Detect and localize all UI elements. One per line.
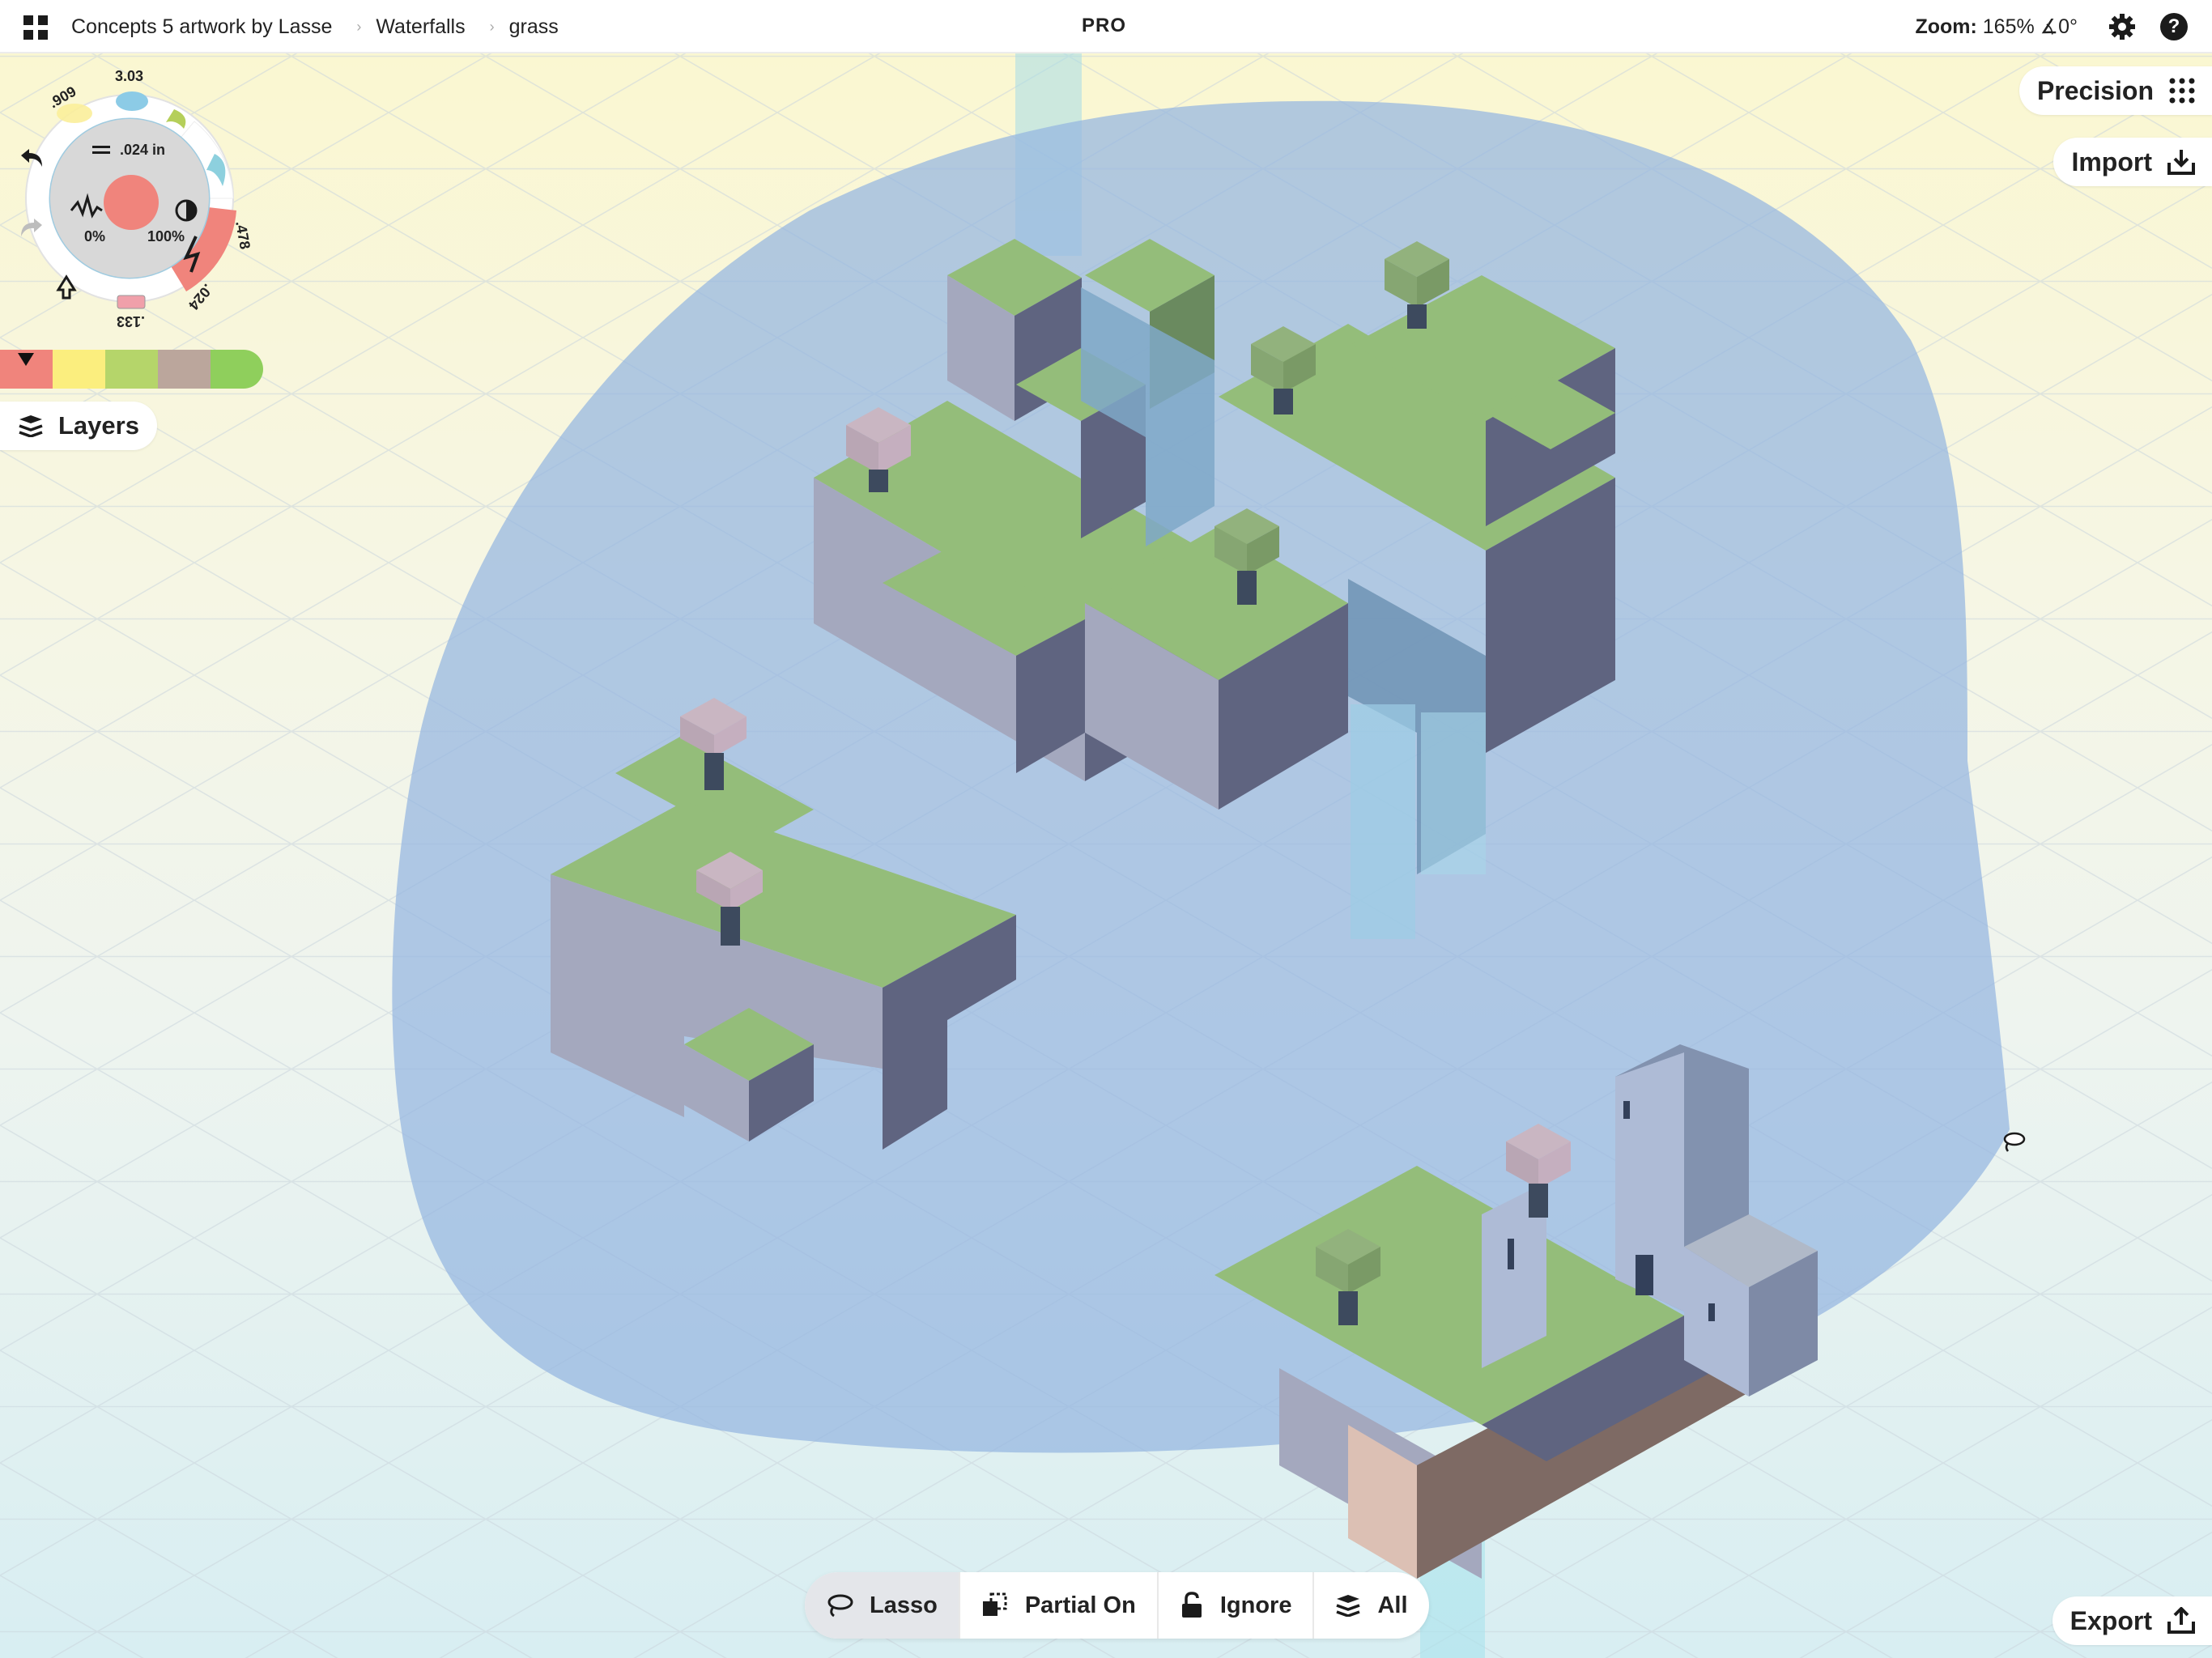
layers-label: Layers bbox=[58, 411, 139, 440]
top-bar: Concepts 5 artwork by Lasse › Waterfalls… bbox=[0, 0, 2212, 53]
selection-toolbar: Lasso Partial On Ignore All bbox=[805, 1572, 1429, 1639]
precision-label: Precision bbox=[2036, 75, 2154, 105]
color-palette bbox=[0, 350, 263, 389]
chevron-right-icon: › bbox=[489, 18, 495, 35]
brush-slot-2-value[interactable]: 3.03 bbox=[115, 68, 143, 85]
color-swatch-3[interactable] bbox=[105, 350, 158, 389]
partial-on-label: Partial On bbox=[1024, 1592, 1136, 1618]
import-button[interactable]: Import bbox=[2053, 138, 2212, 186]
ignore-label: Ignore bbox=[1219, 1592, 1292, 1618]
lasso-label: Lasso bbox=[870, 1592, 938, 1618]
export-label: Export bbox=[2069, 1605, 2152, 1635]
zoom-readout: Zoom: 165% ∡0° bbox=[1915, 15, 2078, 39]
grid-icon[interactable] bbox=[23, 15, 49, 40]
color-swatch-1[interactable] bbox=[0, 350, 53, 389]
export-button[interactable]: Export bbox=[2052, 1596, 2212, 1645]
zoom-label: Zoom: bbox=[1915, 15, 1977, 38]
color-swatch-2[interactable] bbox=[53, 350, 105, 389]
undo-icon[interactable] bbox=[16, 146, 47, 170]
breadcrumb-project[interactable]: Waterfalls bbox=[376, 15, 465, 39]
all-label: All bbox=[1377, 1592, 1408, 1618]
lasso-button[interactable]: Lasso bbox=[805, 1572, 960, 1639]
partial-on-button[interactable]: Partial On bbox=[960, 1572, 1159, 1639]
drawing-canvas[interactable] bbox=[0, 0, 2212, 1658]
chevron-right-icon: › bbox=[356, 18, 362, 35]
zoom-value: 165% bbox=[1982, 15, 2035, 38]
import-label: Import bbox=[2071, 147, 2152, 176]
precision-button[interactable]: Precision bbox=[2018, 66, 2212, 115]
opacity-min-label: 0% bbox=[84, 228, 106, 244]
help-icon[interactable]: ? bbox=[2160, 13, 2188, 40]
color-dot bbox=[104, 175, 159, 230]
all-layers-button[interactable]: All bbox=[1314, 1572, 1428, 1639]
color-swatch-4[interactable] bbox=[158, 350, 211, 389]
brush-slot-5-value[interactable]: .133 bbox=[117, 312, 145, 329]
import-icon bbox=[2167, 150, 2195, 175]
lasso-icon bbox=[827, 1594, 853, 1618]
color-swatch-5[interactable] bbox=[211, 350, 263, 389]
gear-icon[interactable] bbox=[2108, 13, 2136, 40]
lasso-cursor-icon bbox=[2003, 1132, 2026, 1152]
pro-label[interactable]: PRO bbox=[1082, 15, 1126, 37]
breadcrumb-layer[interactable]: grass bbox=[509, 15, 559, 39]
partial-select-icon bbox=[982, 1592, 1007, 1616]
tool-wheel: .024 in 0% 100% .909 3.03 .478 .024 .133 bbox=[21, 65, 267, 332]
breadcrumb: Concepts 5 artwork by Lasse › Waterfalls… bbox=[71, 0, 559, 53]
rotation-value: ∡0° bbox=[2040, 15, 2078, 38]
breadcrumb-artwork[interactable]: Concepts 5 artwork by Lasse bbox=[71, 15, 332, 39]
unlock-icon bbox=[1181, 1592, 1202, 1618]
layers-button[interactable]: Layers bbox=[0, 402, 157, 450]
ignore-button[interactable]: Ignore bbox=[1159, 1572, 1315, 1639]
opacity-max-label: 100% bbox=[147, 228, 185, 244]
redo-icon[interactable] bbox=[16, 215, 47, 240]
layers-icon bbox=[1336, 1595, 1361, 1617]
export-icon bbox=[2167, 1607, 2195, 1634]
dot-grid-icon bbox=[2169, 78, 2195, 104]
brush-size-label[interactable]: .024 in bbox=[120, 142, 165, 159]
selected-marker-icon bbox=[18, 353, 34, 366]
layers-icon bbox=[19, 415, 43, 437]
